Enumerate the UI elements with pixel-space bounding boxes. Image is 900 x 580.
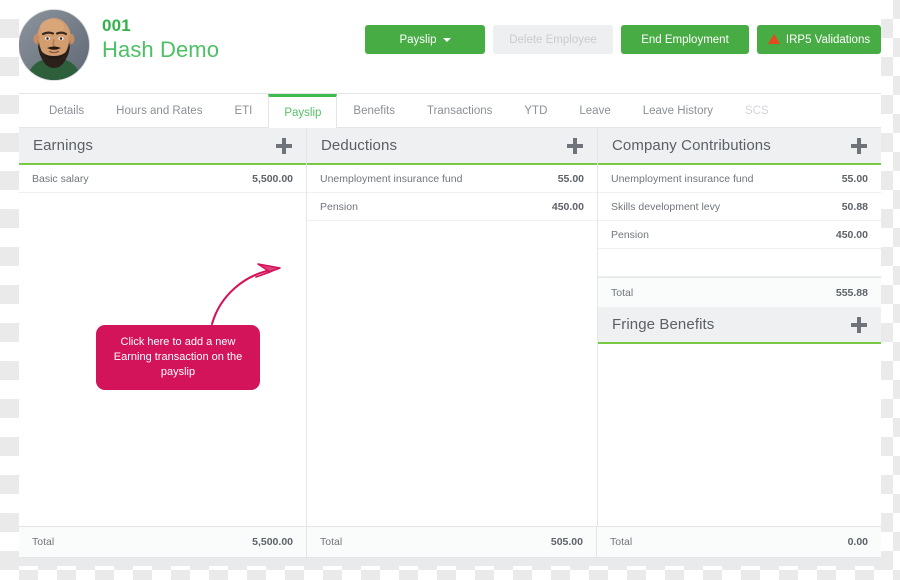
fringe-benefits-panel-header: Fringe Benefits (598, 307, 881, 344)
tab-payslip[interactable]: Payslip (268, 94, 338, 128)
company-contributions-panel-header: Company Contributions (598, 128, 881, 165)
table-row[interactable]: Skills development levy 50.88 (598, 193, 881, 221)
payslip-dropdown-label: Payslip (399, 33, 437, 46)
table-row[interactable]: Pension 450.00 (307, 193, 597, 221)
tab-label: Leave History (642, 104, 714, 117)
company-contributions-rows: Unemployment insurance fund 55.00 Skills… (598, 165, 881, 277)
earnings-panel-header: Earnings (19, 128, 306, 165)
add-fringe-benefit-plus-icon[interactable] (851, 316, 867, 333)
row-value: 50.88 (841, 200, 868, 213)
fringe-benefits-title: Fringe Benefits (612, 316, 715, 333)
deductions-total: Total 505.00 (306, 527, 596, 557)
deductions-empty-space (307, 221, 597, 526)
end-employment-button[interactable]: End Employment (621, 25, 749, 54)
row-label: Pension (320, 200, 358, 213)
tab-label: YTD (524, 104, 548, 117)
header-actions: Payslip Delete Employee End Employment I… (365, 25, 881, 54)
tab-label: ETI (234, 104, 253, 117)
tab-label: Transactions (426, 104, 493, 117)
subtotal-value: 555.88 (835, 286, 868, 299)
table-row[interactable]: Basic salary 5,500.00 (19, 165, 306, 193)
add-deduction-plus-icon[interactable] (567, 137, 583, 154)
tab-eti[interactable]: ETI (218, 94, 268, 127)
nett-pay-bar: Nett Pay 4,995.00 (19, 558, 881, 566)
row-value: 450.00 (551, 200, 584, 213)
fringe-benefits-empty-space (598, 344, 881, 526)
row-value: 5,500.00 (252, 172, 293, 185)
end-employment-label: End Employment (641, 33, 729, 46)
tab-hours-and-rates[interactable]: Hours and Rates (100, 94, 218, 127)
row-label: Pension (611, 228, 649, 241)
company-contributions-title: Company Contributions (612, 137, 771, 154)
employee-code: 001 (102, 16, 131, 35)
row-value: 55.00 (841, 172, 868, 185)
earnings-title: Earnings (33, 137, 94, 154)
tab-label: SCS (745, 104, 769, 117)
delete-employee-button[interactable]: Delete Employee (493, 25, 613, 54)
tab-label: Leave (579, 104, 611, 117)
tooltip-callout: Click here to add a new Earning transact… (96, 325, 260, 390)
employee-avatar-photo (19, 10, 89, 80)
total-value: 505.00 (550, 536, 583, 548)
payslip-dropdown-button[interactable]: Payslip (365, 25, 485, 54)
tab-label: Hours and Rates (116, 104, 203, 117)
tab-label: Details (49, 104, 85, 117)
avatar (19, 10, 89, 80)
irp5-validations-button[interactable]: IRP5 Validations (757, 25, 881, 54)
tab-details[interactable]: Details (33, 94, 100, 127)
row-label: Skills development levy (611, 200, 721, 213)
deductions-panel: Deductions Unemployment insurance fund 5… (306, 128, 597, 526)
employee-header: 001 Hash Demo Payslip Delete Employee En… (19, 0, 881, 94)
table-row[interactable]: Unemployment insurance fund 55.00 (598, 165, 881, 193)
tab-leave[interactable]: Leave (563, 94, 626, 127)
totals-row: Total 5,500.00 Total 505.00 Total 0.00 (19, 527, 881, 558)
total-value: 0.00 (847, 536, 868, 548)
tab-transactions[interactable]: Transactions (411, 94, 508, 127)
total-label: Total (320, 536, 343, 548)
add-company-contribution-plus-icon[interactable] (851, 137, 867, 154)
row-value: 55.00 (557, 172, 584, 185)
deductions-title: Deductions (321, 137, 398, 154)
row-label: Unemployment insurance fund (320, 172, 463, 185)
row-label: Unemployment insurance fund (611, 172, 754, 185)
table-row-empty (598, 249, 881, 277)
subtotal-label: Total (611, 286, 634, 299)
warning-triangle-icon (767, 33, 780, 44)
fringe-benefits-total: Total 0.00 (596, 527, 881, 557)
employee-name: Hash Demo (102, 37, 220, 62)
employee-tabs: Details Hours and Rates ETI Payslip Bene… (19, 94, 881, 128)
table-row[interactable]: Unemployment insurance fund 55.00 (307, 165, 597, 193)
row-value: 450.00 (835, 228, 868, 241)
tab-ytd[interactable]: YTD (508, 94, 563, 127)
company-contributions-panel: Company Contributions Unemployment insur… (597, 128, 881, 526)
employee-identity: 001 Hash Demo (102, 17, 219, 61)
tooltip-callout-text: Click here to add a new Earning transact… (113, 336, 243, 378)
app-canvas: 001 Hash Demo Payslip Delete Employee En… (19, 0, 881, 566)
add-earning-plus-icon[interactable] (276, 137, 292, 154)
delete-employee-label: Delete Employee (509, 33, 597, 46)
irp5-validations-label: IRP5 Validations (785, 33, 871, 46)
payslip-panels: Earnings Basic salary 5,500.00 Deduction… (19, 128, 881, 527)
tab-scs: SCS (729, 94, 785, 127)
tab-leave-history[interactable]: Leave History (627, 94, 729, 127)
deductions-rows: Unemployment insurance fund 55.00 Pensio… (307, 165, 597, 526)
table-row[interactable]: Pension 450.00 (598, 221, 881, 249)
tab-benefits[interactable]: Benefits (337, 94, 411, 127)
row-label: Basic salary (32, 172, 89, 185)
chevron-down-icon (442, 37, 451, 42)
company-contributions-subtotal: Total 555.88 (598, 277, 881, 307)
total-label: Total (610, 536, 633, 548)
tab-label: Payslip (284, 106, 322, 119)
total-label: Total (32, 536, 55, 548)
earnings-total: Total 5,500.00 (19, 527, 306, 557)
deductions-panel-header: Deductions (307, 128, 597, 165)
tab-label: Benefits (353, 104, 395, 117)
total-value: 5,500.00 (252, 536, 293, 548)
